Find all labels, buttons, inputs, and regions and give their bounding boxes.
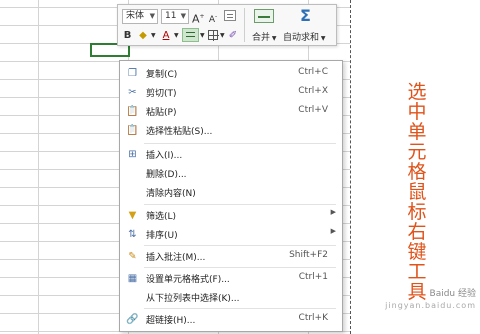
grow-font-button[interactable]: A+ xyxy=(192,9,205,26)
autosum-label: 自动求和 xyxy=(283,33,320,43)
insert-icon: ⊞ xyxy=(128,149,137,160)
merge-button[interactable]: 合并 ▼ xyxy=(252,30,277,43)
menu-item-insert[interactable]: ⊞ 插入(I)... xyxy=(120,145,342,164)
chevron-down-icon[interactable]: ▼ xyxy=(220,32,225,39)
filter-icon: ▼ xyxy=(128,210,137,221)
menu-separator xyxy=(144,204,336,205)
align-center-icon xyxy=(186,32,195,37)
toolbar-separator xyxy=(244,8,245,42)
page-break-line xyxy=(350,0,351,334)
menu-item-label: 筛选(L) xyxy=(146,212,177,222)
paste-icon: 📋 xyxy=(126,106,139,117)
menu-item-hyperlink[interactable]: 🔗 超链接(H)... Ctrl+K xyxy=(120,310,342,329)
annotation-text: 选中单元格鼠标右键工具 xyxy=(407,81,427,303)
autosum-button[interactable]: 自动求和 ▼ xyxy=(283,30,326,43)
chevron-down-icon: ▼ xyxy=(319,35,326,42)
menu-item-label: 从下拉列表中选择(K)... xyxy=(146,294,240,304)
chevron-down-icon[interactable]: ▼ xyxy=(200,32,205,39)
chevron-down-icon: ▼ xyxy=(149,12,155,20)
font-color-label: A xyxy=(162,30,170,41)
eraser-button[interactable]: ✐ xyxy=(227,28,239,43)
merge-cells-icon[interactable] xyxy=(254,9,274,23)
font-name-select[interactable]: 宋体 ▼ xyxy=(122,9,158,24)
menu-item-shortcut: Ctrl+K xyxy=(298,313,328,323)
menu-item-label: 剪切(T) xyxy=(146,89,177,99)
sigma-label: Σ xyxy=(300,6,311,25)
font-size-value: 11 xyxy=(165,11,177,21)
menu-item-clear-contents[interactable]: 清除内容(N) xyxy=(120,183,342,202)
merge-label: 合并 xyxy=(252,33,271,43)
cut-icon: ✂ xyxy=(128,87,137,98)
mini-toolbar: 宋体 ▼ 11 ▼ A+ A- B ◆ ▼ A ▼ ▼ ▼ ✐ 合并 ▼ Σ 自… xyxy=(117,4,337,46)
menu-item-sort[interactable]: ⇅ 排序(U) ▶ xyxy=(120,225,342,244)
font-size-select[interactable]: 11 ▼ xyxy=(161,9,189,24)
menu-item-pick-from-list[interactable]: 从下拉列表中选择(K)... xyxy=(120,288,342,307)
fill-color-button[interactable]: ◆ xyxy=(136,28,150,43)
menu-item-label: 插入(I)... xyxy=(146,151,183,161)
menu-item-cut[interactable]: ✂ 剪切(T) Ctrl+X xyxy=(120,83,342,102)
menu-item-shortcut: Ctrl+C xyxy=(298,67,328,77)
menu-item-filter[interactable]: ▼ 筛选(L) ▶ xyxy=(120,206,342,225)
format-painter-icon[interactable] xyxy=(224,10,236,21)
menu-item-label: 粘贴(P) xyxy=(146,108,177,118)
menu-item-label: 删除(D)... xyxy=(146,170,187,180)
hyperlink-icon: 🔗 xyxy=(126,314,139,325)
menu-item-shortcut: Shift+F2 xyxy=(289,250,328,260)
bold-button[interactable]: B xyxy=(122,28,133,43)
sort-icon: ⇅ xyxy=(128,229,137,240)
chevron-right-icon: ▶ xyxy=(330,208,336,216)
menu-item-delete[interactable]: 删除(D)... xyxy=(120,164,342,183)
menu-item-label: 超链接(H)... xyxy=(146,316,196,326)
sigma-icon[interactable]: Σ xyxy=(300,6,311,25)
watermark: Baidu 经验 jingyan.baidu.com xyxy=(372,288,476,316)
menu-separator xyxy=(144,308,336,309)
menu-item-format-cells[interactable]: ▦ 设置单元格格式(F)... Ctrl+1 xyxy=(120,269,342,288)
menu-item-shortcut: Ctrl+1 xyxy=(298,272,328,282)
bold-label: B xyxy=(123,30,132,41)
menu-item-label: 插入批注(M)... xyxy=(146,253,206,263)
font-color-button[interactable]: A xyxy=(160,28,172,43)
menu-item-insert-comment[interactable]: ✎ 插入批注(M)... Shift+F2 xyxy=(120,247,342,266)
eraser-icon: ✐ xyxy=(228,30,238,41)
menu-item-label: 设置单元格格式(F)... xyxy=(146,275,230,285)
chevron-right-icon: ▶ xyxy=(330,227,336,235)
chevron-down-icon[interactable]: ▼ xyxy=(151,32,156,39)
menu-item-copy[interactable]: ❐ 复制(C) Ctrl+C xyxy=(120,64,342,83)
context-menu: ❐ 复制(C) Ctrl+C ✂ 剪切(T) Ctrl+X 📋 粘贴(P) Ct… xyxy=(119,60,343,332)
chevron-down-icon[interactable]: ▼ xyxy=(174,32,179,39)
menu-item-paste[interactable]: 📋 粘贴(P) Ctrl+V xyxy=(120,102,342,121)
chevron-down-icon: ▼ xyxy=(270,35,277,42)
menu-item-shortcut: Ctrl+X xyxy=(298,86,328,96)
shrink-font-button[interactable]: A- xyxy=(207,9,219,25)
menu-item-label: 选择性粘贴(S)... xyxy=(146,127,213,137)
fill-bucket-icon: ◆ xyxy=(139,30,147,41)
align-center-button[interactable] xyxy=(182,28,199,42)
watermark-line2: jingyan.baidu.com xyxy=(385,301,476,310)
copy-icon: ❐ xyxy=(128,68,137,79)
paste-special-icon: 📋 xyxy=(126,125,139,136)
format-cells-icon: ▦ xyxy=(127,273,138,284)
border-icon[interactable] xyxy=(208,30,219,41)
menu-separator xyxy=(144,143,336,144)
menu-item-label: 复制(C) xyxy=(146,70,178,80)
menu-separator xyxy=(144,245,336,246)
font-name-value: 宋体 xyxy=(126,11,145,21)
menu-item-paste-special[interactable]: 📋 选择性粘贴(S)... xyxy=(120,121,342,140)
menu-separator xyxy=(144,267,336,268)
watermark-line1: Baidu 经验 xyxy=(429,289,476,299)
chevron-down-icon: ▼ xyxy=(180,12,186,20)
menu-item-label: 清除内容(N) xyxy=(146,189,196,199)
menu-item-shortcut: Ctrl+V xyxy=(298,105,328,115)
comment-icon: ✎ xyxy=(128,251,137,262)
grow-font-label: A xyxy=(192,12,200,26)
menu-item-label: 排序(U) xyxy=(146,231,178,241)
